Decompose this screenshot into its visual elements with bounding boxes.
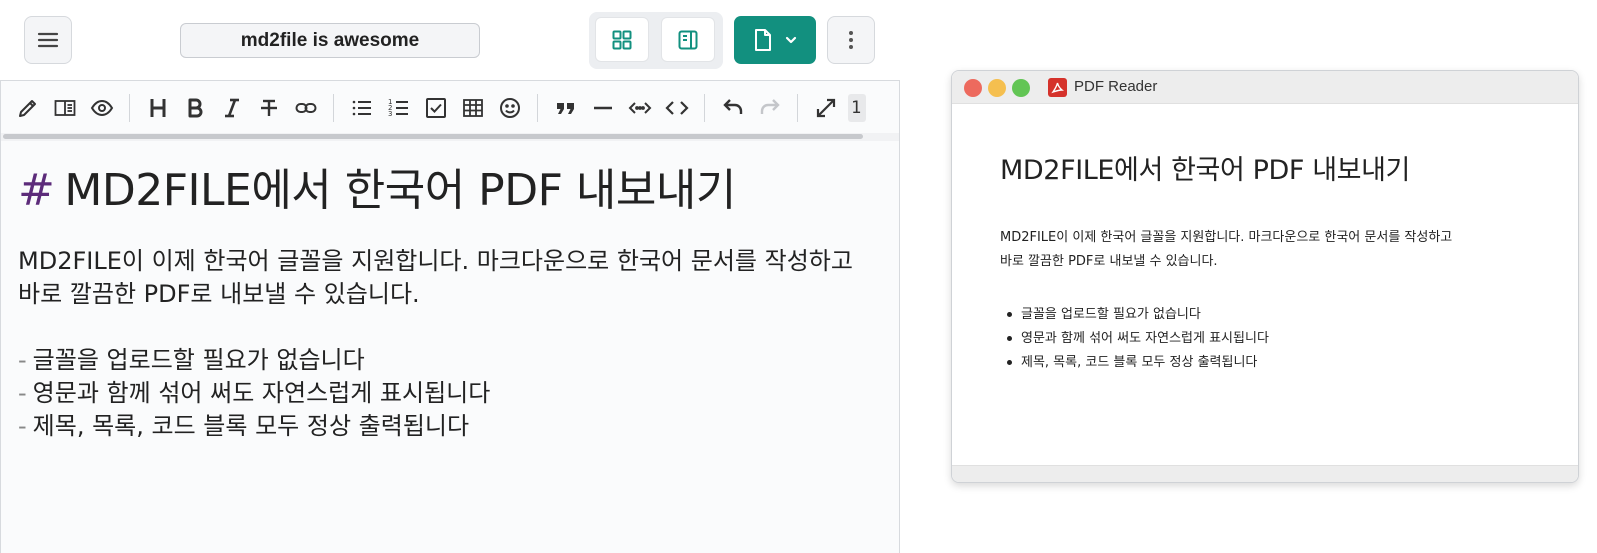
pdf-file-icon — [1048, 78, 1067, 97]
window-minimize-button[interactable] — [988, 79, 1006, 97]
code-block-icon — [664, 101, 689, 115]
strikethrough-button[interactable] — [250, 90, 287, 126]
table-button[interactable] — [454, 90, 491, 126]
more-vertical-icon — [849, 31, 853, 49]
list-item: 제목, 목록, 코드 블록 모두 정상 출력됩니다 — [1000, 351, 1560, 375]
menu-icon — [37, 32, 59, 48]
italic-icon — [224, 98, 239, 118]
pdf-bullet-list: 글꼴을 업로드할 필요가 없습니다 영문과 함께 섞어 써도 자연스럽게 표시됩… — [1000, 303, 1560, 375]
preview-button[interactable] — [83, 90, 120, 126]
numbered-list-icon: 123 — [388, 98, 408, 118]
inline-code-icon — [628, 102, 651, 114]
bold-icon — [188, 98, 202, 118]
fullscreen-icon — [816, 98, 835, 118]
window-close-button[interactable] — [964, 79, 982, 97]
svg-text:3: 3 — [388, 110, 392, 118]
toolbar-separator — [537, 94, 538, 122]
fullscreen-button[interactable] — [807, 90, 844, 126]
pdf-paragraph-line: MD2FILE이 이제 한국어 글꼴을 지원합니다. 마크다운으로 한국어 문서… — [1000, 230, 1453, 245]
toolbar-separator — [333, 94, 334, 122]
split-view-icon — [678, 30, 698, 49]
emoji-button[interactable] — [491, 90, 528, 126]
view-mode-group — [589, 12, 723, 69]
pdf-reader-window: PDF Reader MD2FILE에서 한국어 PDF 내보내기 MD2FIL… — [951, 70, 1579, 483]
file-icon — [755, 29, 771, 51]
toolbar-separator — [797, 94, 798, 122]
list-item: 글꼴을 업로드할 필요가 없습니다 — [1000, 303, 1560, 327]
table-icon — [462, 99, 483, 117]
editor-heading-line: # MD2FILE에서 한국어 PDF 내보내기 — [18, 161, 888, 221]
toolbar-overflow[interactable]: 1 — [848, 94, 866, 122]
toolbar-separator — [704, 94, 705, 122]
heading-icon — [150, 99, 165, 117]
undo-icon — [722, 99, 742, 114]
horizontal-rule-button[interactable] — [584, 90, 621, 126]
redo-icon — [760, 99, 780, 114]
redo-button[interactable] — [751, 90, 788, 126]
list-item: - 글꼴을 업로드할 필요가 없습니다 — [18, 344, 888, 377]
inline-code-button[interactable] — [621, 90, 658, 126]
horizontal-rule-icon — [593, 106, 612, 110]
bullet-list-button[interactable] — [343, 90, 380, 126]
list-item-text: 영문과 함께 섞어 써도 자연스럽게 표시됩니다 — [32, 379, 491, 407]
strikethrough-icon — [260, 99, 277, 116]
markdown-editor: 123 1 # MD2FILE에서 한국어 PDF 내보내기 MD2FILE이 … — [0, 80, 900, 553]
chevron-down-icon — [785, 36, 797, 44]
window-maximize-button[interactable] — [1012, 79, 1030, 97]
eye-icon — [90, 99, 113, 117]
code-block-button[interactable] — [658, 90, 695, 126]
pencil-icon — [18, 100, 36, 117]
bullet-list-icon — [352, 100, 371, 116]
quote-button[interactable] — [547, 90, 584, 126]
pdf-reader-statusbar — [952, 465, 1578, 482]
list-item: - 영문과 함께 섞어 써도 자연스럽게 표시됩니다 — [18, 377, 888, 410]
bold-button[interactable] — [176, 90, 213, 126]
document-title-text: md2file is awesome — [240, 29, 420, 51]
italic-button[interactable] — [213, 90, 250, 126]
grid-view-button[interactable] — [595, 17, 649, 62]
undo-button[interactable] — [714, 90, 751, 126]
list-item-text: 제목, 목록, 코드 블록 모두 정상 출력됩니다 — [32, 412, 470, 440]
pdf-paragraph: MD2FILE이 이제 한국어 글꼴을 지원합니다. 마크다운으로 한국어 문서… — [1000, 226, 1560, 274]
pdf-paragraph-line: 바로 깔끔한 PDF로 내보낼 수 있습니다. — [1000, 254, 1218, 269]
menu-button[interactable] — [24, 16, 72, 64]
pdf-heading: MD2FILE에서 한국어 PDF 내보내기 — [1000, 155, 1410, 186]
editor-text-area[interactable]: # MD2FILE에서 한국어 PDF 내보내기 MD2FILE이 이제 한국어 … — [18, 161, 888, 443]
link-button[interactable] — [287, 90, 324, 126]
checklist-icon — [425, 98, 446, 118]
list-marker: - — [18, 379, 27, 407]
export-button[interactable] — [734, 16, 816, 64]
link-icon — [295, 103, 316, 113]
emoji-icon — [499, 98, 520, 118]
more-options-button[interactable] — [827, 16, 875, 64]
side-by-side-button[interactable] — [46, 90, 83, 126]
heading-marker: # — [18, 165, 55, 216]
split-view-button[interactable] — [661, 17, 715, 62]
toolbar-separator — [129, 94, 130, 122]
editor-heading-text: MD2FILE에서 한국어 PDF 내보내기 — [64, 165, 736, 216]
list-marker: - — [18, 412, 27, 440]
pdf-page-content: MD2FILE에서 한국어 PDF 내보내기 MD2FILE이 이제 한국어 글… — [1000, 151, 1560, 375]
checklist-button[interactable] — [417, 90, 454, 126]
editor-list: - 글꼴을 업로드할 필요가 없습니다 - 영문과 함께 섞어 써도 자연스럽게 표… — [18, 344, 888, 443]
list-marker: - — [18, 346, 27, 374]
heading-button[interactable] — [139, 90, 176, 126]
document-title-input[interactable]: md2file is awesome — [180, 23, 480, 58]
side-by-side-icon — [54, 100, 75, 116]
editor-paragraph-line: 바로 깔끔한 PDF로 내보낼 수 있습니다. — [18, 280, 420, 308]
window-title: PDF Reader — [1074, 78, 1158, 95]
editor-paragraph-line: MD2FILE이 이제 한국어 글꼴을 지원합니다. 마크다운으로 한국어 문서… — [18, 247, 853, 275]
edit-mode-button[interactable] — [9, 90, 46, 126]
pdf-reader-titlebar: PDF Reader — [952, 71, 1578, 104]
grid-view-icon — [612, 30, 632, 49]
list-item: 영문과 함께 섞어 써도 자연스럽게 표시됩니다 — [1000, 327, 1560, 351]
list-item: - 제목, 목록, 코드 블록 모두 정상 출력됩니다 — [18, 410, 888, 443]
editor-paragraph: MD2FILE이 이제 한국어 글꼴을 지원합니다. 마크다운으로 한국어 문서… — [18, 245, 888, 311]
quote-icon — [556, 103, 574, 114]
editor-toolbar: 123 1 — [1, 81, 899, 135]
numbered-list-button[interactable]: 123 — [380, 90, 417, 126]
toolbar-scrollbar-thumb[interactable] — [3, 134, 863, 139]
list-item-text: 글꼴을 업로드할 필요가 없습니다 — [32, 346, 365, 374]
